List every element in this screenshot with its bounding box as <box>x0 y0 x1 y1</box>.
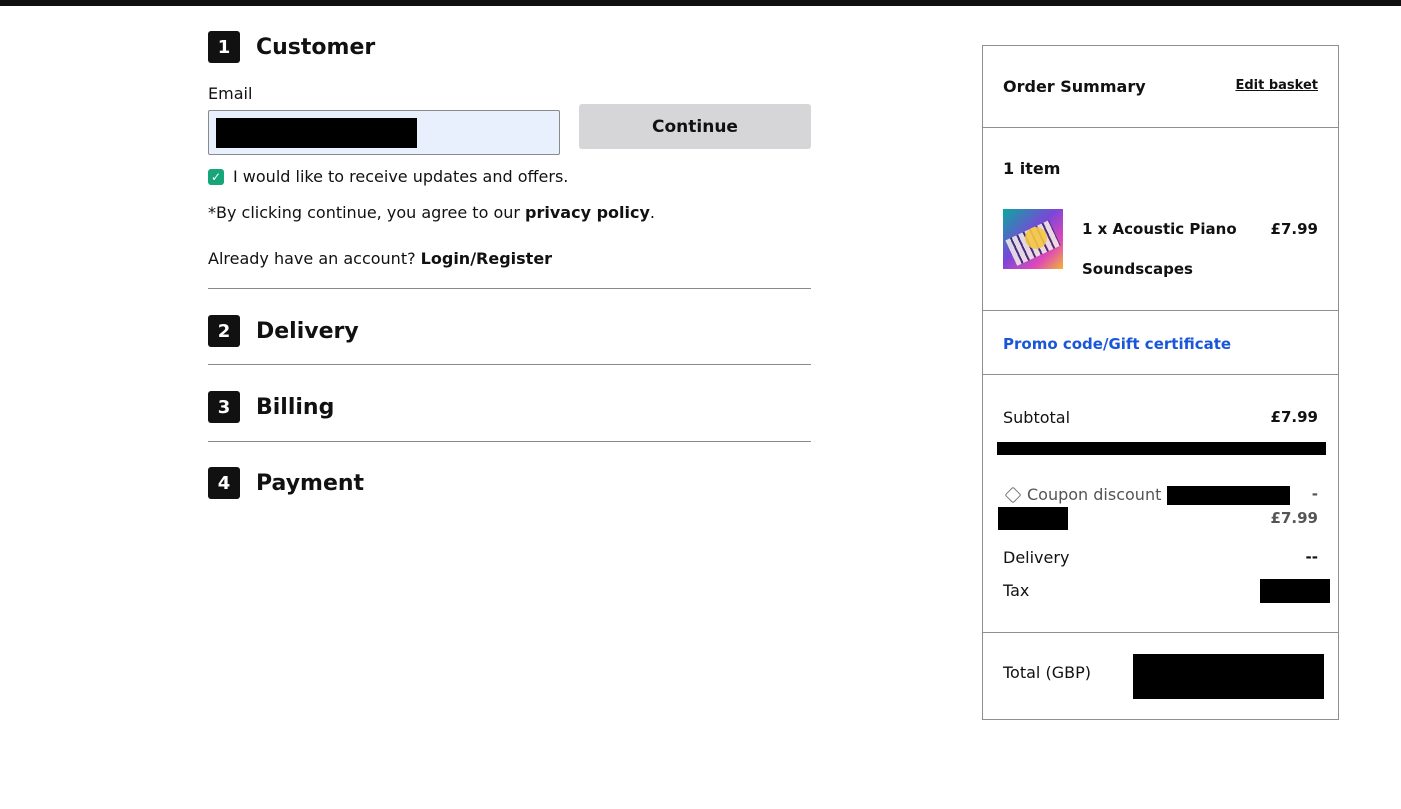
coupon-value: £7.99 <box>1270 509 1318 527</box>
consent-prefix: *By clicking continue, you agree to our <box>208 203 526 222</box>
account-prefix: Already have an account? <box>208 249 421 268</box>
step-number: 4 <box>208 467 240 499</box>
step-number: 1 <box>208 31 240 63</box>
step-delivery-header[interactable]: 2 Delivery <box>208 314 359 348</box>
privacy-policy-link[interactable]: privacy policy <box>525 203 650 222</box>
tax-label: Tax <box>1003 581 1030 600</box>
coupon-label: Coupon discount ( <box>1027 485 1173 504</box>
optin-row: ✓ I would like to receive updates and of… <box>208 167 568 186</box>
optin-label: I would like to receive updates and offe… <box>233 167 569 186</box>
summary-promo: Promo code/Gift certificate <box>983 311 1338 375</box>
divider <box>208 441 811 442</box>
subtotal-value: £7.99 <box>1270 408 1318 426</box>
step-billing-header[interactable]: 3 Billing <box>208 390 334 424</box>
subtotal-row: Subtotal £7.99 <box>1003 408 1318 427</box>
email-field[interactable] <box>208 110 560 155</box>
item-name: 1 x Acoustic Piano Soundscapes <box>1082 220 1237 278</box>
subtotal-label: Subtotal <box>1003 408 1071 427</box>
step-customer-header: 1 Customer <box>208 30 375 64</box>
disc-graphic <box>1025 227 1047 249</box>
top-bar <box>0 0 1401 6</box>
step-title: Customer <box>256 34 376 60</box>
summary-totals: Subtotal £7.99 Coupon discount ( - £7.99… <box>983 375 1338 633</box>
login-register-link[interactable]: Login/Register <box>421 249 552 268</box>
order-summary: Order Summary Edit basket 1 item 1 x Aco… <box>982 45 1339 720</box>
redacted-total-value <box>1133 654 1324 699</box>
step-number: 2 <box>208 315 240 347</box>
consent-suffix: . <box>649 203 656 222</box>
edit-basket-link[interactable]: Edit basket <box>1235 78 1318 93</box>
tag-icon <box>1004 486 1022 503</box>
divider <box>208 288 811 289</box>
account-text: Already have an account? Login/Register <box>208 249 552 268</box>
optin-checkbox[interactable]: ✓ <box>208 168 224 185</box>
item-price: £7.99 <box>1270 220 1318 238</box>
redacted-tax-value <box>1260 579 1330 603</box>
delivery-row: Delivery -- <box>1003 548 1318 567</box>
summary-header: Order Summary Edit basket <box>983 46 1338 128</box>
redacted-email <box>216 118 417 148</box>
summary-title: Order Summary <box>1003 77 1146 96</box>
product-thumbnail[interactable] <box>1003 209 1063 269</box>
delivery-value: -- <box>1305 548 1318 566</box>
redacted-coupon-code-cont <box>998 507 1068 530</box>
summary-items: 1 item 1 x Acoustic Piano Soundscapes £7… <box>983 128 1338 311</box>
promo-code-link[interactable]: Promo code/Gift certificate <box>1003 335 1231 353</box>
summary-total: Total (GBP) <box>983 633 1338 719</box>
step-title: Billing <box>256 394 335 420</box>
step-title: Payment <box>256 470 365 496</box>
coupon-sign: - <box>1311 485 1318 503</box>
consent-text: *By clicking continue, you agree to our … <box>208 203 655 222</box>
redacted-coupon-code <box>1167 486 1290 505</box>
divider <box>208 364 811 365</box>
continue-button[interactable]: Continue <box>579 104 811 149</box>
redacted-discount-row <box>997 442 1326 455</box>
delivery-label: Delivery <box>1003 548 1070 567</box>
step-number: 3 <box>208 391 240 423</box>
total-label: Total (GBP) <box>1003 663 1091 682</box>
items-count: 1 item <box>1003 159 1061 178</box>
step-title: Delivery <box>256 318 359 344</box>
email-label: Email <box>208 84 253 103</box>
step-payment-header[interactable]: 4 Payment <box>208 466 364 500</box>
